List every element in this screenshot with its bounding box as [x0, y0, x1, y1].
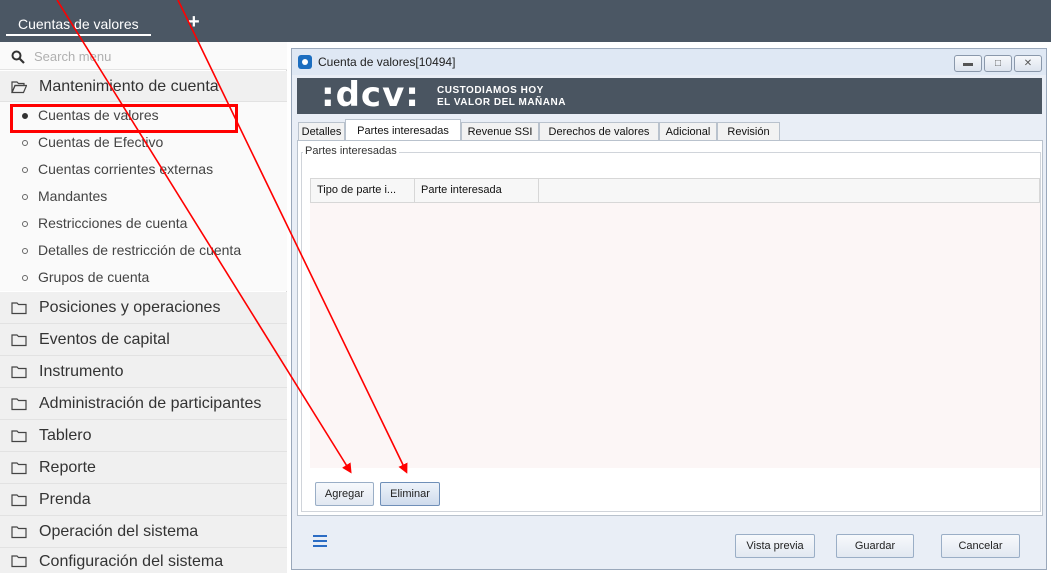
- add-button[interactable]: Agregar: [315, 482, 374, 506]
- menu-item-label: Restricciones de cuenta: [38, 215, 188, 231]
- bullet-icon: [22, 221, 28, 227]
- folder-open-icon: [11, 81, 27, 94]
- menu-item-label: Mandantes: [38, 188, 108, 204]
- plus-icon[interactable]: +: [188, 10, 200, 34]
- menu-item-cuentas-corrientes-externas[interactable]: Cuentas corrientes externas: [0, 156, 287, 183]
- menu-item-label: Cuentas de Efectivo: [38, 134, 164, 150]
- folder-icon: [11, 526, 27, 539]
- folder-icon: [11, 302, 27, 315]
- menu-section-label: Mantenimiento de cuenta: [39, 78, 219, 95]
- menu-section-reporte[interactable]: Reporte: [0, 452, 287, 484]
- banner-tagline-1: CUSTODIAMOS HOY: [437, 85, 544, 96]
- menu-section-instrumento[interactable]: Instrumento: [0, 356, 287, 388]
- folder-icon: [11, 398, 27, 411]
- menu-section-eventos-de-capital[interactable]: Eventos de capital: [0, 324, 287, 356]
- folder-icon: [11, 494, 27, 507]
- menu-item-label: Grupos de cuenta: [38, 269, 150, 285]
- menu-section-operacion-del-sistema[interactable]: Operación del sistema: [0, 516, 287, 548]
- bullet-icon: [22, 275, 28, 281]
- menu-item-restricciones-de-cuenta[interactable]: Restricciones de cuenta: [0, 210, 287, 237]
- annotation-highlight-box: [10, 104, 238, 133]
- menu-section-administracion-de-participantes[interactable]: Administración de participantes: [0, 388, 287, 420]
- top-tab-bar: Cuentas de valores +: [0, 0, 1051, 42]
- hamburger-menu-icon[interactable]: [313, 535, 327, 547]
- tab-revenue-ssi[interactable]: Revenue SSI: [461, 122, 539, 141]
- menu-section-label: Prenda: [39, 491, 91, 508]
- menu-item-grupos-de-cuenta[interactable]: Grupos de cuenta: [0, 264, 287, 291]
- search-icon: [11, 50, 25, 64]
- menu-search: [0, 42, 287, 70]
- menu-item-detalles-de-restriccion[interactable]: Detalles de restricción de cuenta: [0, 237, 287, 264]
- window-title: Cuenta de valores[10494]: [318, 55, 456, 69]
- tab-cuentas-de-valores[interactable]: Cuentas de valores: [6, 12, 151, 36]
- tab-derechos-de-valores[interactable]: Derechos de valores: [539, 122, 659, 141]
- bullet-icon: [22, 167, 28, 173]
- interested-parties-grid[interactable]: Tipo de parte i... Parte interesada: [310, 178, 1040, 468]
- account-window: Cuenta de valores[10494] ▬ □ ✕ :dcv: CUS…: [291, 48, 1047, 570]
- cancel-button[interactable]: Cancelar: [941, 534, 1020, 558]
- app-icon: [298, 55, 312, 69]
- dcv-banner: :dcv: CUSTODIAMOS HOY EL VALOR DEL MAÑAN…: [297, 75, 1042, 115]
- column-header-tipo[interactable]: Tipo de parte i...: [311, 179, 415, 202]
- minimize-button[interactable]: ▬: [954, 55, 982, 72]
- menu-section-configuracion-del-sistema[interactable]: Configuración del sistema: [0, 548, 287, 573]
- menu-item-cuentas-de-efectivo[interactable]: Cuentas de Efectivo: [0, 129, 287, 156]
- close-button[interactable]: ✕: [1014, 55, 1042, 72]
- menu-section-label: Configuración del sistema: [39, 553, 224, 570]
- menu-section-mantenimiento-de-cuenta[interactable]: Mantenimiento de cuenta: [0, 71, 287, 102]
- menu-section-label: Eventos de capital: [39, 331, 170, 348]
- maximize-button[interactable]: □: [984, 55, 1012, 72]
- tab-detalles[interactable]: Detalles: [298, 122, 345, 141]
- folder-icon: [11, 366, 27, 379]
- bullet-icon: [22, 140, 28, 146]
- folder-icon: [11, 430, 27, 443]
- window-titlebar: Cuenta de valores[10494] ▬ □ ✕: [292, 49, 1046, 75]
- column-header-parte[interactable]: Parte interesada: [415, 179, 539, 202]
- menu-section-label: Operación del sistema: [39, 523, 199, 540]
- folder-icon: [11, 462, 27, 475]
- grid-header: Tipo de parte i... Parte interesada: [310, 178, 1040, 203]
- bullet-icon: [22, 248, 28, 254]
- window-footer: Vista previa Guardar Cancelar: [297, 519, 1043, 567]
- menu-section-prenda[interactable]: Prenda: [0, 484, 287, 516]
- menu-section-label: Administración de participantes: [39, 395, 262, 412]
- menu-section-label: Instrumento: [39, 363, 124, 380]
- menu-section-label: Posiciones y operaciones: [39, 299, 221, 316]
- preview-button[interactable]: Vista previa: [735, 534, 815, 558]
- dcv-logo: :dcv:: [321, 75, 420, 115]
- folder-icon: [11, 555, 27, 568]
- tab-adicional[interactable]: Adicional: [659, 122, 717, 141]
- banner-tagline-2: EL VALOR DEL MAÑANA: [437, 97, 566, 108]
- save-button[interactable]: Guardar: [836, 534, 914, 558]
- menu-section-label: Tablero: [39, 427, 92, 444]
- menu-item-label: Cuentas corrientes externas: [38, 161, 214, 177]
- search-input[interactable]: [34, 46, 274, 66]
- bullet-icon: [22, 194, 28, 200]
- folder-icon: [11, 334, 27, 347]
- delete-button[interactable]: Eliminar: [380, 482, 440, 506]
- menu-section-posiciones-y-operaciones[interactable]: Posiciones y operaciones: [0, 292, 287, 324]
- menu-item-mandantes[interactable]: Mandantes: [0, 183, 287, 210]
- tab-partes-interesadas[interactable]: Partes interesadas: [345, 119, 461, 141]
- menu-item-label: Detalles de restricción de cuenta: [38, 242, 242, 258]
- tab-revision[interactable]: Revisión: [717, 122, 780, 141]
- menu-section-label: Reporte: [39, 459, 96, 476]
- tab-panel: Partes interesadas Tipo de parte i... Pa…: [297, 140, 1043, 516]
- menu-section-tablero[interactable]: Tablero: [0, 420, 287, 452]
- group-label: Partes interesadas: [303, 145, 399, 157]
